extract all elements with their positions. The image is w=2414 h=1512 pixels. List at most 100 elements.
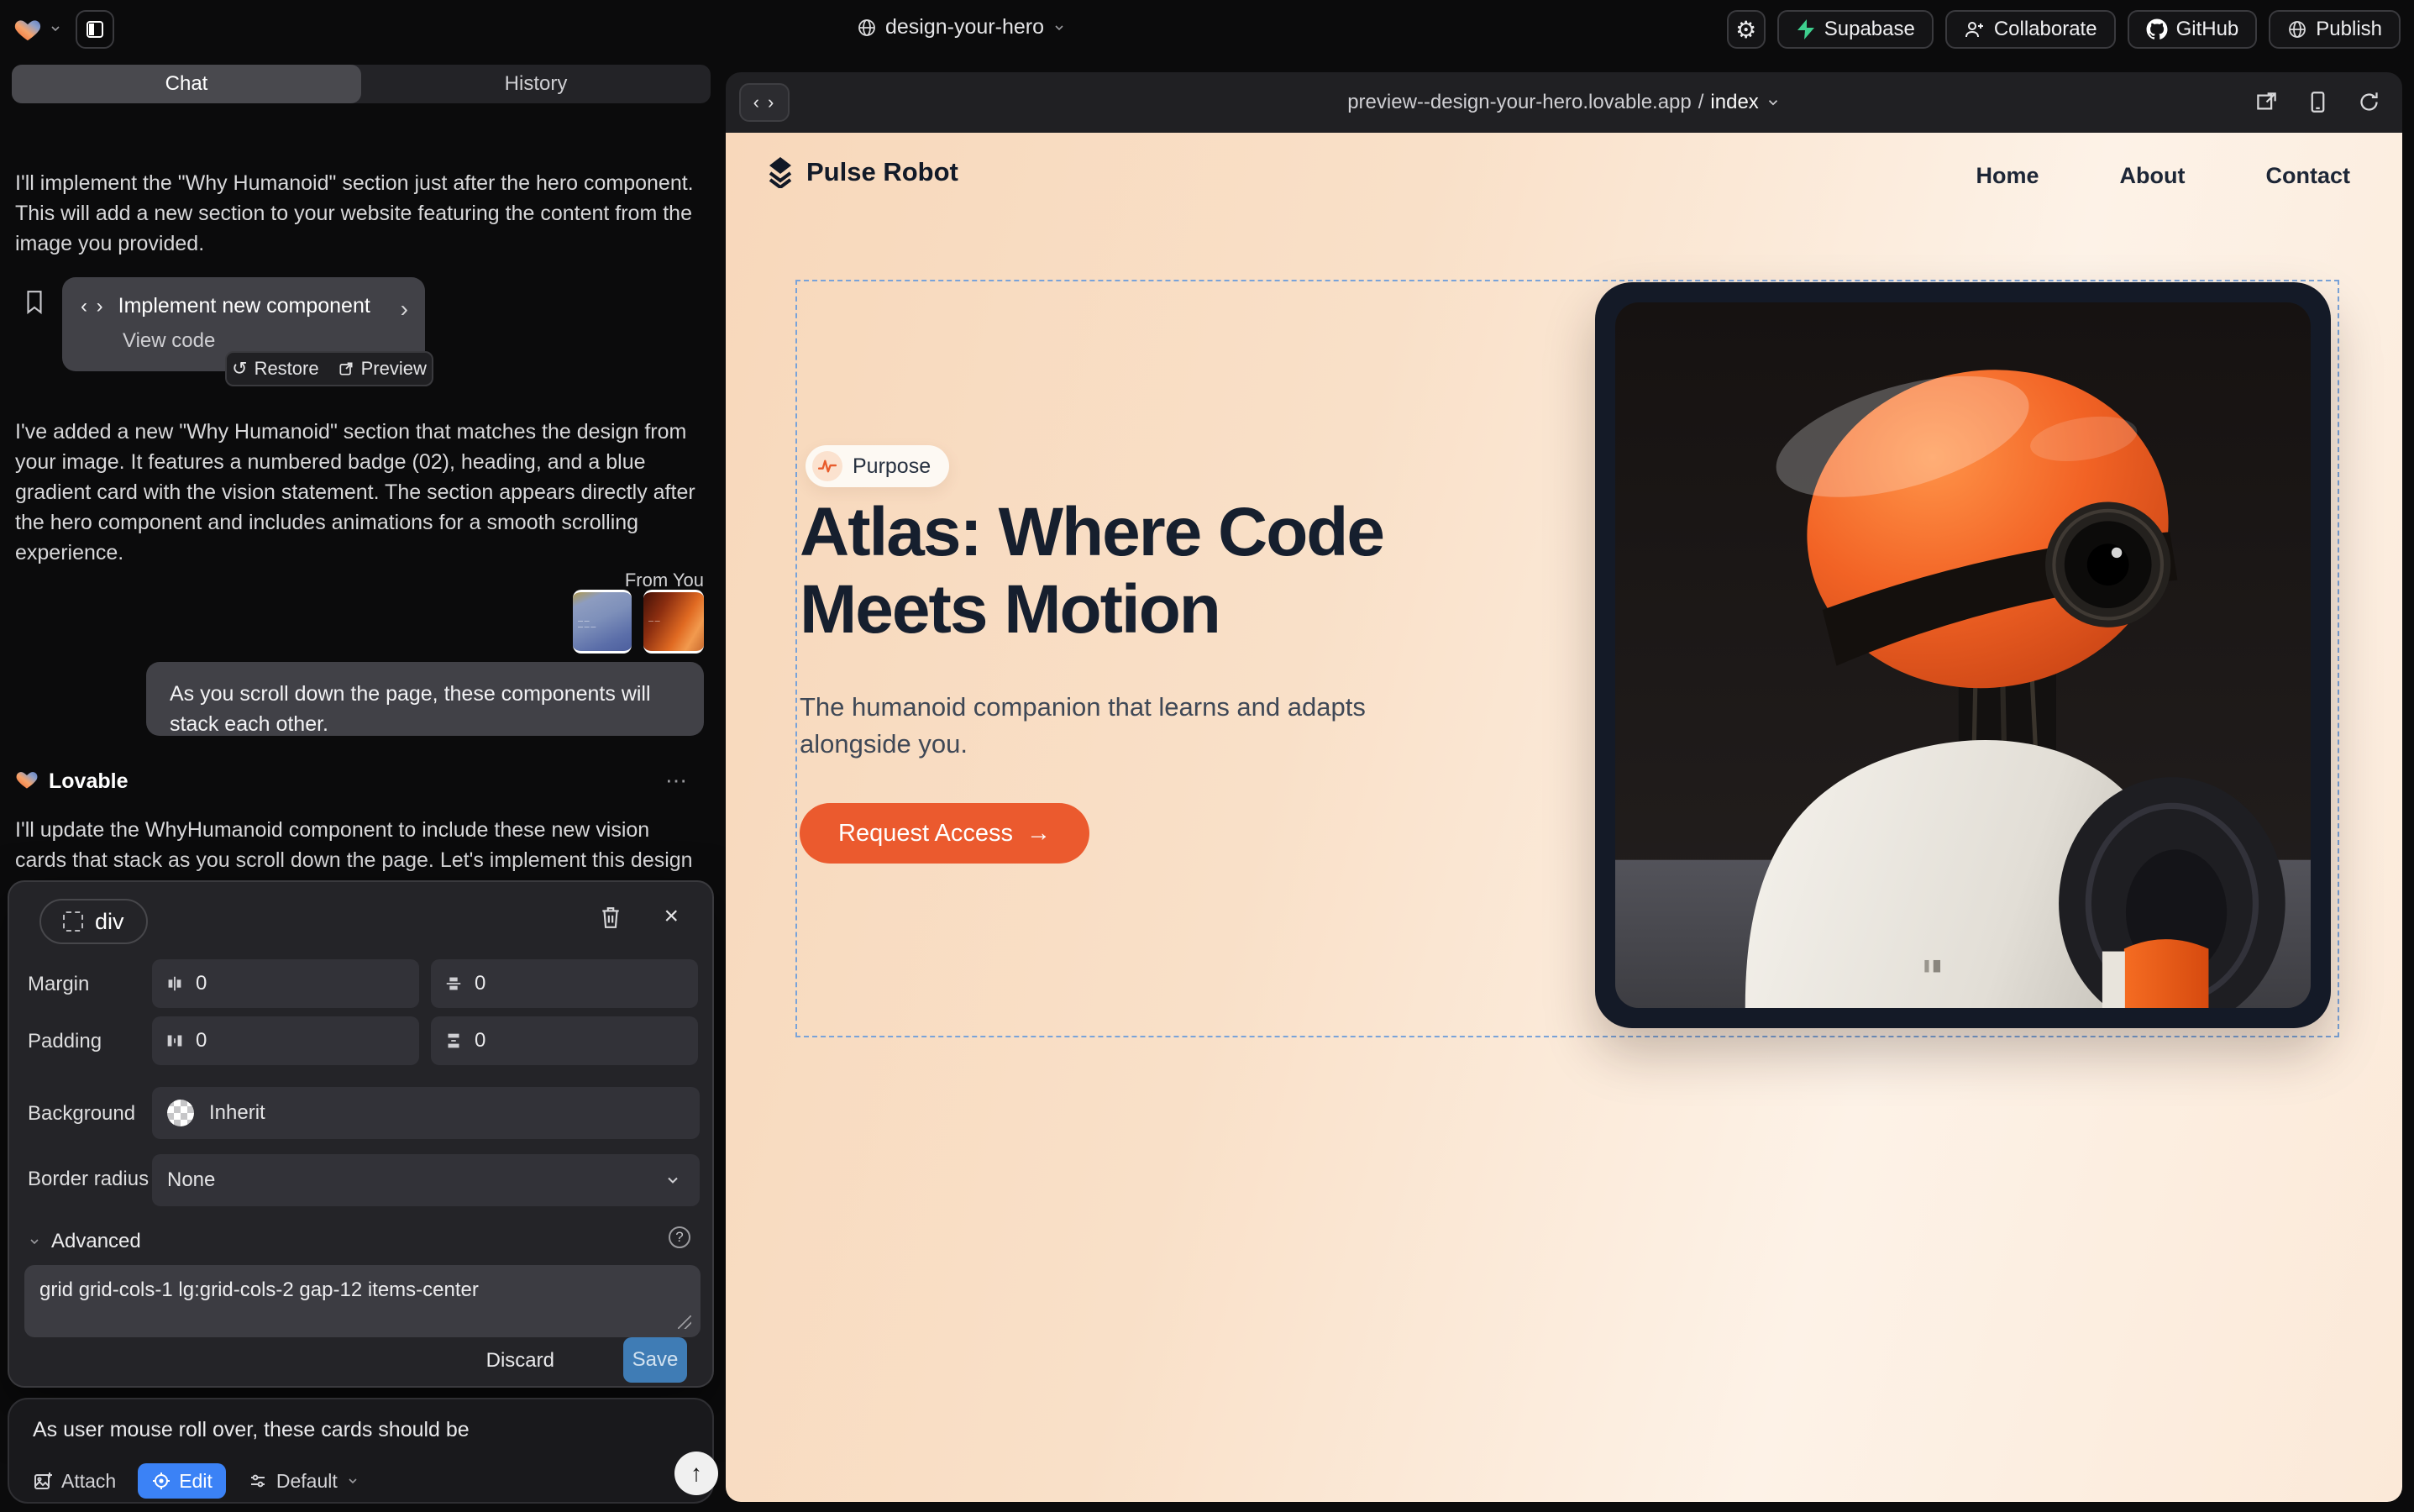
margin-y-icon xyxy=(444,974,463,993)
image-icon xyxy=(33,1471,53,1491)
tab-history[interactable]: History xyxy=(361,65,711,103)
transparency-swatch-icon xyxy=(167,1100,194,1126)
restore-label: Restore xyxy=(255,358,319,380)
publish-button[interactable]: Publish xyxy=(2269,10,2401,49)
chevron-right-icon: › xyxy=(401,296,408,323)
close-inspector-button[interactable]: × xyxy=(664,902,679,931)
margin-x-value: 0 xyxy=(196,972,207,995)
edit-label: Edit xyxy=(179,1470,213,1493)
nav-link-home[interactable]: Home xyxy=(1976,163,2039,189)
discard-button[interactable]: Discard xyxy=(486,1349,554,1373)
nav-link-contact[interactable]: Contact xyxy=(2266,163,2351,189)
publish-globe-icon xyxy=(2287,19,2307,39)
code-icon: ‹ › xyxy=(81,295,105,318)
margin-y-value: 0 xyxy=(475,972,485,995)
chevron-down-icon xyxy=(1052,21,1066,34)
nav-link-about[interactable]: About xyxy=(2120,163,2186,189)
top-bar: design-your-hero ⚙ Supabase Collaborate … xyxy=(0,0,2414,60)
app-root: design-your-hero ⚙ Supabase Collaborate … xyxy=(0,0,2414,1512)
advanced-label: Advanced xyxy=(51,1230,141,1253)
save-button[interactable]: Save xyxy=(623,1337,687,1383)
model-selector[interactable]: Default xyxy=(248,1470,359,1493)
user-message-bubble: As you scroll down the page, these compo… xyxy=(146,662,704,736)
preview-pane: ‹ › preview--design-your-hero.lovable.ap… xyxy=(726,72,2402,1502)
help-icon[interactable]: ? xyxy=(669,1226,690,1248)
send-button[interactable]: ↑ xyxy=(674,1452,718,1495)
border-radius-select[interactable]: None xyxy=(152,1154,700,1206)
border-radius-label: Border radius xyxy=(28,1168,149,1191)
arrow-up-icon: ↑ xyxy=(690,1460,702,1487)
url-separator: / xyxy=(1698,91,1704,114)
attachment-thumbnail-orange[interactable]: — — xyxy=(643,590,704,654)
advanced-classes-textarea[interactable]: grid grid-cols-1 lg:grid-cols-2 gap-12 i… xyxy=(24,1265,701,1337)
supabase-button[interactable]: Supabase xyxy=(1777,10,1934,49)
request-access-button[interactable]: Request Access → xyxy=(800,803,1089,864)
lovable-logo-menu[interactable] xyxy=(13,15,62,42)
globe-icon xyxy=(857,18,877,38)
chat-composer[interactable]: As user mouse roll over, these cards sho… xyxy=(8,1398,714,1504)
hero-robot-card xyxy=(1595,282,2331,1028)
resize-handle[interactable] xyxy=(678,1315,691,1329)
assistant-header: Lovable ⋯ xyxy=(15,768,706,798)
edit-mode-button[interactable]: Edit xyxy=(138,1463,226,1499)
more-options-icon[interactable]: ⋯ xyxy=(665,768,689,794)
delete-element-button[interactable] xyxy=(600,906,622,933)
chevron-down-icon xyxy=(346,1474,359,1488)
view-code-link[interactable]: View code xyxy=(123,329,215,353)
gear-icon: ⚙ xyxy=(1735,16,1756,44)
padding-x-input[interactable]: 0 xyxy=(152,1016,419,1065)
border-radius-value: None xyxy=(167,1168,215,1192)
attach-label: Attach xyxy=(61,1470,116,1493)
selected-element-chip[interactable]: div xyxy=(39,899,148,944)
project-name: design-your-hero xyxy=(885,15,1044,39)
composer-toolbar: Attach Edit Default xyxy=(33,1463,359,1499)
background-field[interactable]: Inherit xyxy=(152,1087,700,1139)
site-brand[interactable]: Pulse Robot xyxy=(766,156,958,188)
padding-x-value: 0 xyxy=(196,1029,207,1053)
attachment-thumbnail-blue[interactable]: — —— — — xyxy=(573,590,632,654)
hero-title: Atlas: Where Code Meets Motion xyxy=(800,494,1556,648)
background-label: Background xyxy=(28,1102,135,1126)
chevron-down-icon xyxy=(28,1235,41,1248)
collaborate-button[interactable]: Collaborate xyxy=(1945,10,2116,49)
padding-label: Padding xyxy=(28,1030,102,1053)
preview-page: index xyxy=(1710,91,1758,114)
mode-label: Default xyxy=(276,1470,338,1493)
settings-button[interactable]: ⚙ xyxy=(1727,10,1766,49)
chevron-down-icon xyxy=(1766,95,1781,110)
margin-x-input[interactable]: 0 xyxy=(152,959,419,1008)
github-button[interactable]: GitHub xyxy=(2128,10,2258,49)
preview-browser-chrome: ‹ › preview--design-your-hero.lovable.ap… xyxy=(726,72,2402,133)
github-label: GitHub xyxy=(2176,18,2239,41)
project-selector[interactable]: design-your-hero xyxy=(857,15,1066,39)
sidebar-toggle-button[interactable] xyxy=(76,10,114,49)
trash-icon xyxy=(600,906,622,929)
cta-label: Request Access xyxy=(838,820,1013,848)
restore-button[interactable]: ↺ Restore xyxy=(232,358,318,380)
composer-input-text[interactable]: As user mouse roll over, these cards sho… xyxy=(33,1418,470,1442)
bookmark-icon[interactable] xyxy=(24,289,45,318)
mobile-view-icon[interactable] xyxy=(2306,91,2329,113)
padding-y-input[interactable]: 0 xyxy=(431,1016,698,1065)
arrow-right-icon: → xyxy=(1026,820,1051,848)
panel-left-icon xyxy=(85,19,105,39)
padding-x-icon xyxy=(165,1032,184,1050)
tab-chat[interactable]: Chat xyxy=(12,65,361,103)
dashed-selection-icon xyxy=(63,911,83,932)
from-you-label: From You xyxy=(625,570,704,591)
refresh-icon[interactable] xyxy=(2358,91,2380,113)
margin-y-input[interactable]: 0 xyxy=(431,959,698,1008)
tool-card-title: Implement new component xyxy=(118,294,370,318)
hero-subtitle: The humanoid companion that learns and a… xyxy=(800,689,1404,763)
assistant-message: I've added a new "Why Humanoid" section … xyxy=(15,417,706,568)
external-link-icon xyxy=(338,360,354,377)
advanced-section-toggle[interactable]: Advanced xyxy=(28,1230,141,1253)
collaborate-icon xyxy=(1964,19,1986,39)
preview-button[interactable]: Preview xyxy=(338,358,427,380)
preview-url-bar[interactable]: preview--design-your-hero.lovable.app / … xyxy=(726,72,2402,133)
sliders-icon xyxy=(248,1471,268,1491)
open-in-new-icon[interactable] xyxy=(2255,91,2278,113)
top-bar-actions: ⚙ Supabase Collaborate GitHub Publish xyxy=(1727,10,2401,49)
restore-preview-bar: ↺ Restore Preview xyxy=(225,351,433,386)
attach-button[interactable]: Attach xyxy=(33,1470,116,1493)
